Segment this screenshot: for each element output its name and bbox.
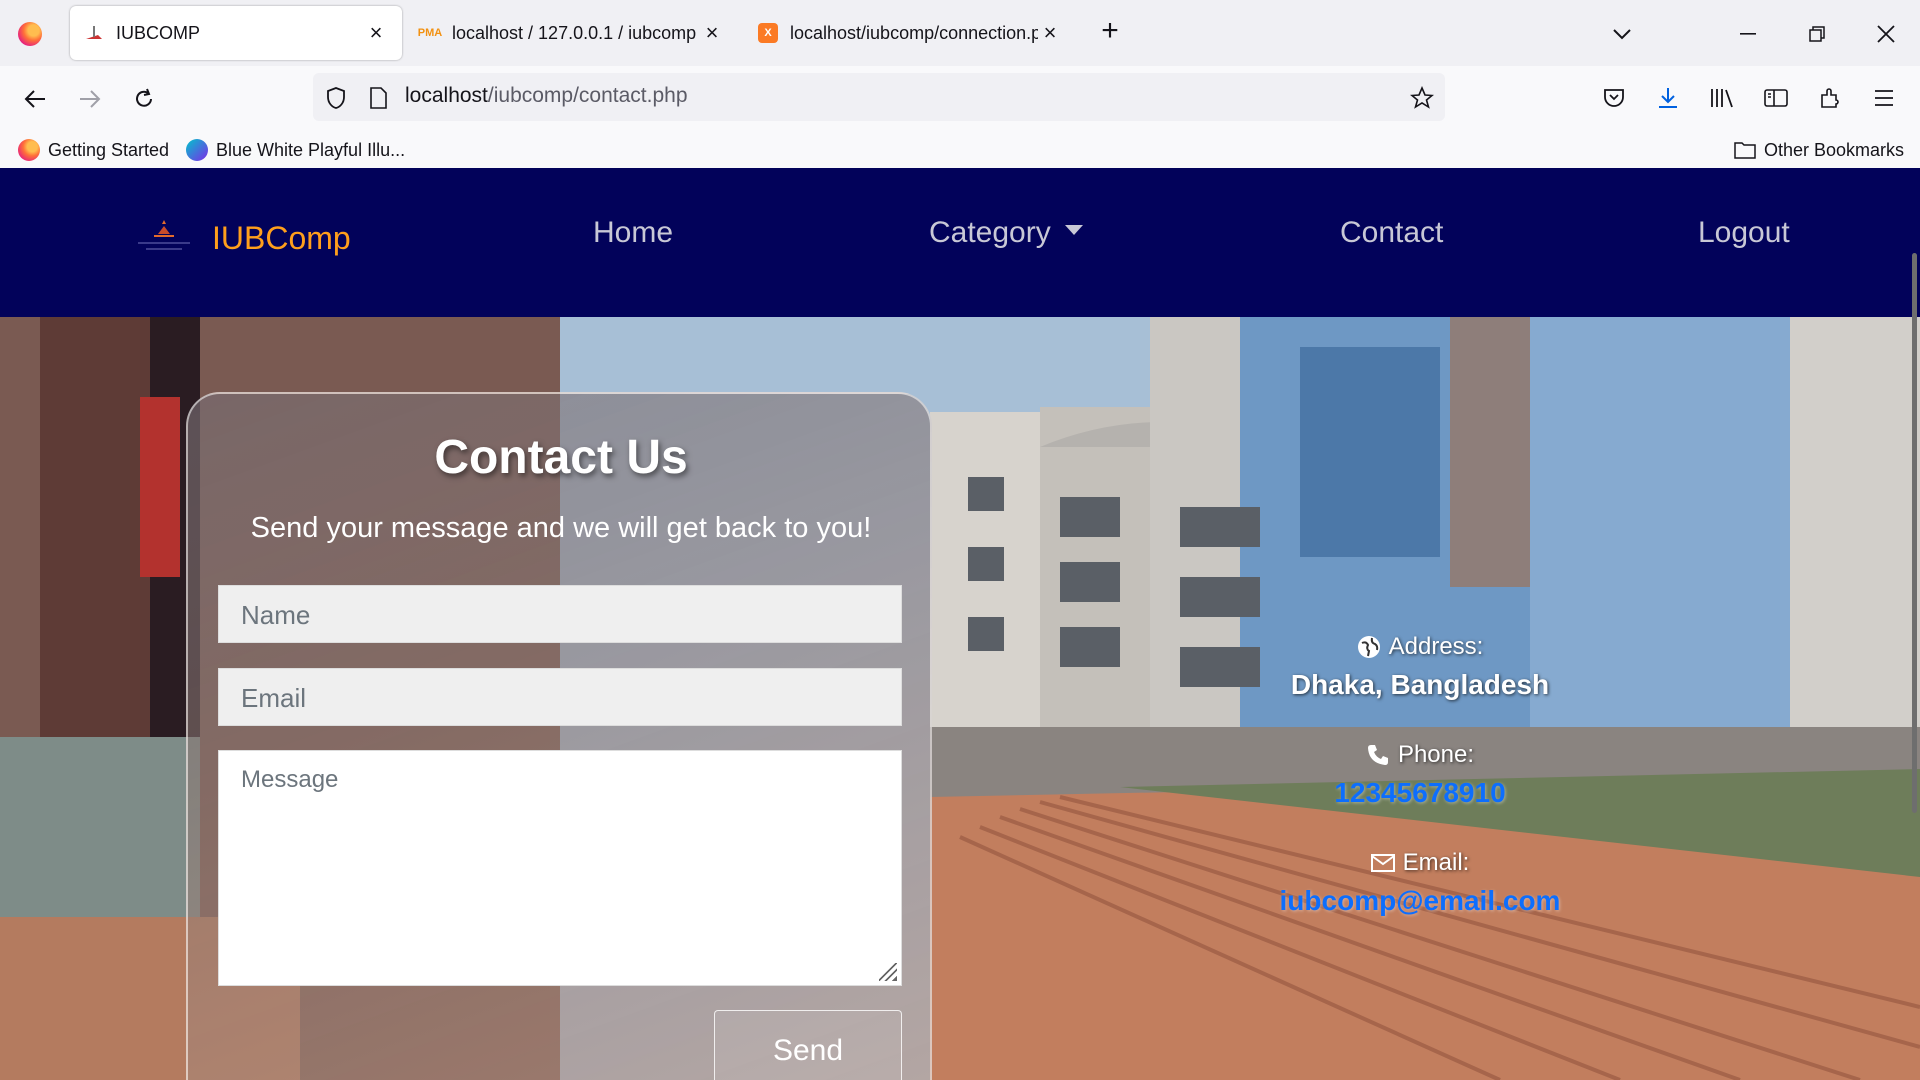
tab-title: localhost / 127.0.0.1 / iubcomp [452, 22, 697, 43]
nav-home[interactable]: Home [593, 216, 673, 250]
pocket-icon[interactable] [1596, 80, 1632, 116]
nav-category-label: Category [929, 216, 1051, 249]
close-window-button[interactable] [1868, 16, 1904, 52]
email-input[interactable]: Email [218, 668, 902, 726]
downloads-icon[interactable] [1650, 80, 1686, 116]
tab-title: localhost/iubcomp/connection.php [790, 22, 1038, 43]
resize-handle-icon[interactable] [879, 963, 897, 981]
site-favicon-icon [84, 23, 104, 43]
folder-icon [1734, 141, 1756, 159]
phone-link[interactable]: 12345678910 [1270, 777, 1570, 809]
library-icon[interactable] [1704, 80, 1740, 116]
globe-icon [1357, 635, 1381, 659]
close-tab-icon[interactable]: × [700, 20, 724, 45]
send-button[interactable]: Send [714, 1010, 902, 1080]
tab-title: IUBCOMP [116, 22, 201, 43]
nav-logout[interactable]: Logout [1698, 216, 1790, 250]
address-label: Address: [1270, 633, 1570, 661]
page-scrollbar[interactable] [1912, 253, 1917, 813]
nav-category[interactable]: Category [929, 216, 1083, 250]
message-placeholder: Message [241, 766, 339, 793]
name-input[interactable]: Name [218, 585, 902, 643]
url-text[interactable]: localhost/iubcomp/contact.php [405, 84, 688, 108]
tab-phpmyadmin[interactable]: PMA localhost / 127.0.0.1 / iubcomp × [406, 6, 738, 60]
back-button[interactable] [17, 81, 53, 117]
contact-subtitle: Send your message and we will get back t… [250, 512, 872, 544]
forward-button[interactable] [72, 81, 108, 117]
firefox-icon[interactable] [18, 22, 42, 46]
firefox-icon [18, 139, 40, 161]
other-bookmarks[interactable]: Other Bookmarks [1734, 136, 1904, 164]
address-label-text: Address: [1388, 633, 1484, 660]
restore-button[interactable] [1799, 16, 1835, 52]
site-navbar: IUBComp Home Category Contact Logout [0, 168, 1920, 317]
phpmyadmin-icon: PMA [417, 27, 443, 39]
contact-form-card: Contact Us Send your message and we will… [186, 392, 932, 1080]
shield-icon[interactable] [318, 80, 354, 116]
message-textarea[interactable]: Message [218, 750, 902, 986]
xampp-icon: X [758, 23, 778, 43]
email-link[interactable]: iubcomp@email.com [1270, 885, 1570, 917]
envelope-icon [1370, 853, 1395, 873]
bookmark-label: Getting Started [48, 139, 170, 160]
tab-iubcomp[interactable]: IUBCOMP × [70, 6, 402, 60]
canva-icon [186, 139, 208, 161]
address-block: Address: Dhaka, Bangladesh [1270, 633, 1570, 701]
phone-icon [1366, 743, 1390, 767]
phone-label-text: Phone: [1397, 741, 1475, 768]
nav-contact[interactable]: Contact [1340, 216, 1443, 250]
address-value: Dhaka, Bangladesh [1290, 669, 1550, 700]
list-all-tabs-icon[interactable] [1604, 16, 1640, 52]
email-label: Email: [1270, 849, 1570, 877]
extensions-icon[interactable] [1812, 80, 1848, 116]
tab-connection[interactable]: X localhost/iubcomp/connection.php × [744, 6, 1076, 60]
close-tab-icon[interactable]: × [1038, 20, 1062, 45]
menu-icon[interactable] [1866, 80, 1902, 116]
phone-block: Phone: 12345678910 [1270, 741, 1570, 809]
bookmark-blue-white[interactable]: Blue White Playful Illu... [186, 136, 405, 164]
reload-button[interactable] [126, 81, 162, 117]
bookmark-getting-started[interactable]: Getting Started [18, 136, 169, 164]
brand-name[interactable]: IUBComp [212, 220, 351, 257]
minimize-button[interactable] [1730, 16, 1766, 52]
hero-background: Contact Us Send your message and we will… [0, 317, 1920, 1080]
browser-tab-bar: IUBCOMP × PMA localhost / 127.0.0.1 / iu… [0, 0, 1920, 66]
bookmark-label: Other Bookmarks [1764, 139, 1905, 160]
iub-logo[interactable] [132, 220, 196, 260]
email-block: Email: iubcomp@email.com [1270, 849, 1570, 917]
bookmark-star-icon[interactable] [1404, 80, 1440, 116]
email-label-text: Email: [1402, 849, 1470, 876]
chevron-down-icon [1064, 225, 1083, 236]
page-icon [360, 80, 396, 116]
new-tab-button[interactable]: + [1096, 16, 1124, 46]
phone-label: Phone: [1270, 741, 1570, 769]
contact-title: Contact Us [434, 431, 688, 484]
page-viewport: IUBComp Home Category Contact Logout Con… [0, 168, 1920, 1080]
bookmark-label: Blue White Playful Illu... [216, 139, 406, 160]
close-tab-icon[interactable]: × [364, 20, 388, 45]
sidebar-icon[interactable] [1758, 80, 1794, 116]
